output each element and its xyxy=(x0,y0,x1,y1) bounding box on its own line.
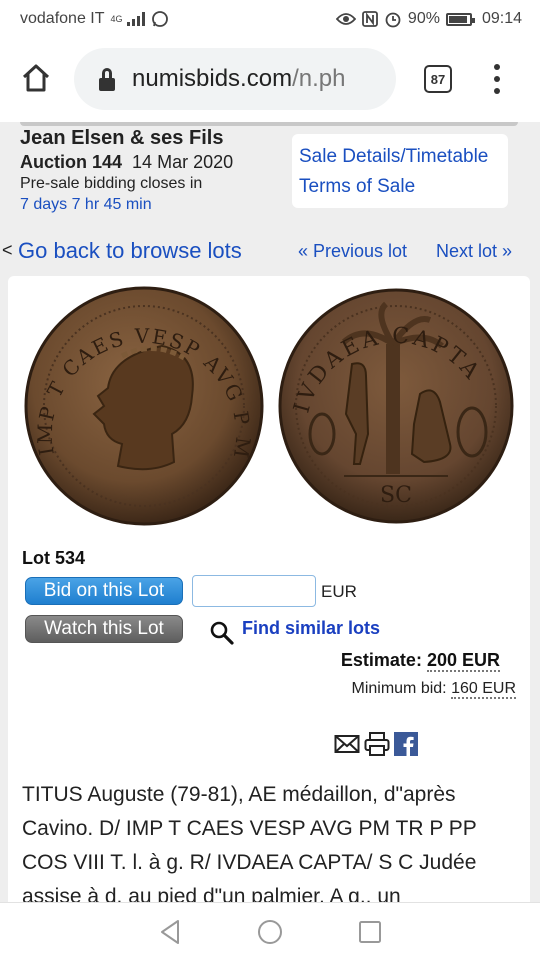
browser-toolbar: numisbids.com/n.ph 87 xyxy=(0,38,540,122)
battery-icon xyxy=(445,12,475,26)
bid-amount-input[interactable] xyxy=(192,575,316,607)
closes-label: Pre-sale bidding closes in xyxy=(20,175,203,192)
status-left: vodafone IT 4G xyxy=(20,10,169,28)
signal-icon xyxy=(126,12,145,26)
nfc-icon xyxy=(362,11,378,27)
status-right: 90% 09:14 xyxy=(335,10,522,28)
page-content: Jean Elsen & ses Fils Auction 144 14 Mar… xyxy=(0,122,540,902)
lot-description: TITUS Auguste (79-81), AE médaillon, d"a… xyxy=(22,783,477,902)
coin-obverse-image[interactable]: IMP T CAES VESP AVG P M TR P P P COS VII… xyxy=(22,284,266,528)
address-bar[interactable]: numisbids.com/n.ph xyxy=(74,48,396,110)
estimate: Estimate: 200 EUR xyxy=(340,650,500,672)
whatsapp-icon xyxy=(151,11,168,27)
url-text[interactable]: numisbids.com/n.ph xyxy=(132,65,345,93)
back-nav-icon[interactable] xyxy=(158,919,182,945)
clock: 09:14 xyxy=(481,10,522,27)
auction-label: Auction 144 xyxy=(20,152,123,172)
terms-of-sale-link[interactable]: Terms of Sale xyxy=(299,172,508,202)
countdown: 7 days 7 hr 45 min xyxy=(20,196,152,213)
lock-icon xyxy=(98,67,116,91)
sale-details-link[interactable]: Sale Details/Timetable xyxy=(299,142,508,172)
tab-count: 87 xyxy=(430,71,446,87)
back-to-lots-link[interactable]: Go back to browse lots xyxy=(18,238,242,264)
next-lot-link[interactable]: Next lot » xyxy=(436,241,512,262)
status-bar: vodafone IT 4G 90% 09:14 xyxy=(0,0,540,38)
reverse-exergue: SC xyxy=(380,483,412,508)
system-nav-bar xyxy=(0,902,540,960)
print-icon[interactable] xyxy=(364,732,390,756)
share-row xyxy=(334,732,418,756)
estimate-label: Estimate: xyxy=(340,650,422,670)
lot-navigation: < Go back to browse lots « Previous lot … xyxy=(0,238,540,268)
estimate-value[interactable]: 200 EUR xyxy=(426,650,500,672)
minbid-label: Minimum bid: xyxy=(351,680,447,697)
previous-lot-link[interactable]: « Previous lot xyxy=(298,241,407,262)
network-label: 4G xyxy=(110,13,123,24)
watch-button[interactable]: Watch this Lot xyxy=(25,615,183,643)
currency-label: EUR xyxy=(321,582,357,601)
minbid-value[interactable]: 160 EUR xyxy=(451,680,516,699)
battery-fill xyxy=(448,15,467,23)
home-icon[interactable] xyxy=(20,62,52,94)
carrier-name: vodafone IT xyxy=(20,10,105,27)
eye-icon xyxy=(335,13,356,25)
facebook-icon[interactable] xyxy=(394,732,418,756)
home-nav-icon[interactable] xyxy=(257,919,283,945)
auction-info: Jean Elsen & ses Fils Auction 144 14 Mar… xyxy=(20,126,290,216)
menu-icon[interactable] xyxy=(492,64,502,94)
coin-reverse-image[interactable]: IVDAEA CAPTA SC xyxy=(274,284,518,528)
url-path: /n.ph xyxy=(292,65,346,92)
recents-nav-icon[interactable] xyxy=(358,920,382,944)
auction-date: 14 Mar 2020 xyxy=(132,152,234,172)
lot-card: IMP T CAES VESP AVG P M TR P P P COS VII… xyxy=(8,276,530,902)
email-icon[interactable] xyxy=(334,733,360,755)
lot-number: Lot 534 xyxy=(22,548,86,568)
find-similar-link[interactable]: Find similar lots xyxy=(242,618,380,639)
minimum-bid: Minimum bid: 160 EUR xyxy=(351,680,516,699)
tabs-icon[interactable]: 87 xyxy=(424,65,452,93)
auction-house: Jean Elsen & ses Fils xyxy=(20,127,224,149)
url-domain: numisbids.com xyxy=(132,65,293,92)
battery-percent: 90% xyxy=(407,10,440,27)
sale-links-box: Sale Details/Timetable Terms of Sale xyxy=(292,134,508,208)
search-icon[interactable] xyxy=(208,619,236,647)
auction-line: Auction 144 14 Mar 2020 xyxy=(20,150,290,174)
alarm-icon xyxy=(385,12,401,28)
back-chevron: < xyxy=(2,240,13,260)
bid-button[interactable]: Bid on this Lot xyxy=(25,577,183,605)
